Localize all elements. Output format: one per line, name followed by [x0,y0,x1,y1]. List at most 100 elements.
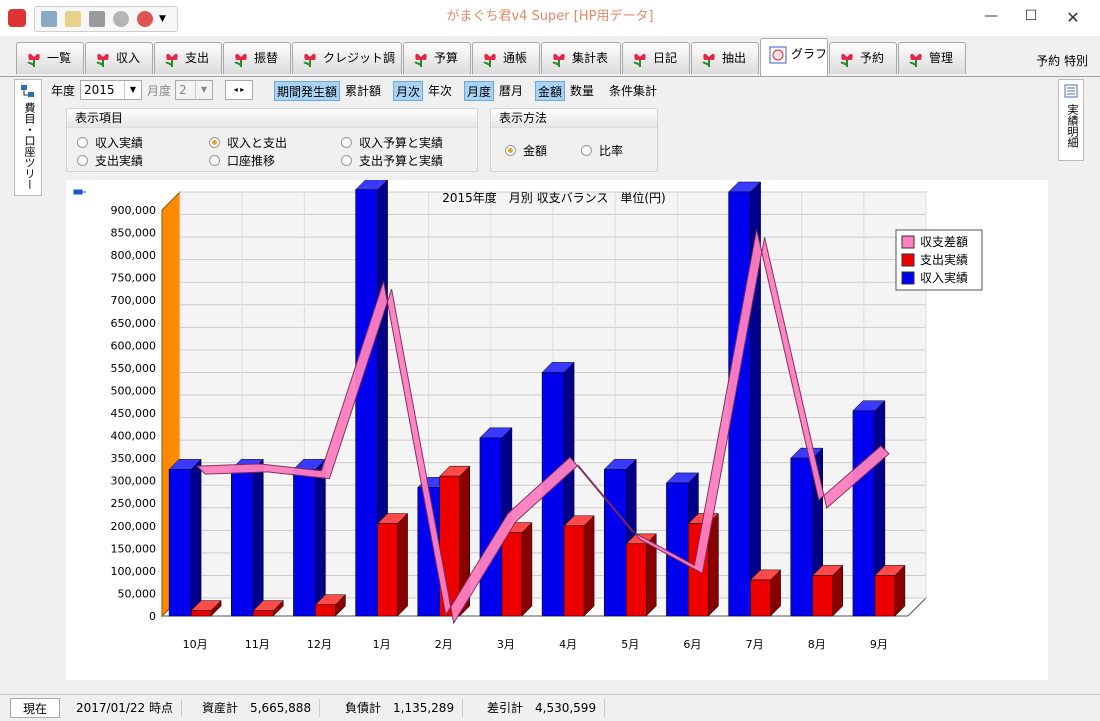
calendar-month-toggle[interactable]: 暦月 [497,81,525,101]
tab-1[interactable]: 一覧 [16,42,84,74]
radio-icon [77,137,88,148]
period-occurrence-toggle[interactable]: 期間発生額 [274,81,341,101]
y-tick-label: 800,000 [111,249,157,262]
income-bar [790,457,813,617]
tab-9[interactable]: 日記 [622,42,690,74]
radio-icon [505,145,516,156]
tab-11[interactable]: グラフ [760,38,828,76]
tab-label: 支出 [185,51,210,65]
detail-panel-toggle[interactable]: 実績明細 [1058,79,1084,161]
y-tick-label: 600,000 [111,339,157,352]
tab-6[interactable]: 予算 [403,42,471,74]
income-bar [355,189,378,617]
legend-label: 収支差額 [920,235,968,249]
status-net: 差引計 4,530,599 [487,699,606,717]
x-tick-label: 4月 [559,638,577,651]
y-tick-label: 550,000 [111,362,157,375]
tab-5[interactable]: クレジット調整 [292,42,402,95]
tulip-icon [481,50,499,68]
tab-label: 抽出 [722,51,747,65]
tabbar-right-label: 予約 特別 [1036,54,1088,68]
yearly-toggle[interactable]: 年次 [426,81,454,101]
display-items-group: 表示項目 収入実績 収入と支出 収入予算と実績 支出実績 口座推移 支出予算と実績 [66,108,478,172]
tab-label: 集計表 [572,51,609,65]
expense-bar [874,575,896,617]
month-select[interactable]: 2 ▼ [175,80,213,100]
y-tick-label: 0 [149,610,156,623]
account-tree-panel-toggle[interactable]: 費目・口座ツリー [14,79,42,196]
tab-10[interactable]: 抽出 [691,42,759,74]
tulip-icon [631,50,649,68]
y-tick-label: 900,000 [111,204,157,217]
conditional-aggregate-button[interactable]: 条件集計 [607,81,659,101]
expense-bar [501,532,523,617]
monthly-toggle[interactable]: 月次 [393,81,424,101]
y-tick-label: 250,000 [111,497,157,510]
income-bar [604,469,627,617]
close-button[interactable]: ✕ [1058,8,1088,27]
maximize-button[interactable]: ☐ [1016,8,1046,24]
now-button[interactable]: 現在 [10,698,60,718]
fiscal-month-toggle[interactable]: 月度 [464,81,495,101]
y-tick-label: 150,000 [111,542,157,555]
income-bar [666,482,689,617]
minimize-button[interactable]: — [976,8,1006,24]
income-bar [479,437,503,617]
y-tick-label: 50,000 [118,587,157,600]
year-select[interactable]: 2015 ▼ [80,80,142,100]
expense-bar-side [397,512,408,617]
year-value: 2015 [84,83,115,97]
radio-icon [341,155,352,166]
tab-4[interactable]: 振替 [223,42,291,74]
tulip-icon [907,50,925,68]
x-tick-label: 9月 [870,638,888,651]
display-method-group: 表示方法 金額 比率 [490,108,658,172]
x-tick-label: 7月 [746,638,764,651]
radio-icon [209,137,220,148]
expense-bar-side [521,521,533,617]
radio-label: 口座推移 [227,154,276,168]
tab-2[interactable]: 収入 [85,42,153,74]
chevron-down-icon: ▼ [124,81,141,99]
income-bar [293,469,316,617]
y-tick-label: 450,000 [111,407,157,420]
legend-label: 支出実績 [920,252,968,267]
expense-bar [626,543,647,617]
expense-bar [315,604,336,617]
tree-icon [21,85,34,97]
tab-3[interactable]: 支出 [154,42,222,74]
radio-label: 収入予算と実績 [359,136,444,150]
legend-label: 収入実績 [920,270,968,285]
chart-area: 0 50,000 100,000 150,000 200,000 250,000 300,0… [66,179,1048,680]
radio-label: 収入実績 [95,136,144,150]
income-bar-side [253,458,264,617]
cumulative-toggle[interactable]: 累計額 [343,81,383,101]
x-tick-label: 12月 [307,638,332,651]
window-title: がまぐち君v4 Super [HP用データ] [446,9,654,24]
legend-swatch [901,253,915,267]
radio-icon [581,145,592,156]
income-bar [168,469,192,617]
radio-icon [341,137,352,148]
radio-label: 支出予算と実績 [359,154,444,168]
tulip-icon [94,50,112,68]
income-bar [852,410,876,617]
expense-bar [812,575,833,617]
tab-label: 予約 [860,51,885,65]
amount-toggle[interactable]: 金額 [535,81,566,101]
quantity-toggle[interactable]: 数量 [568,81,596,101]
tab-12[interactable]: 予約 [829,42,897,74]
tab-8[interactable]: 集計表 [541,42,621,74]
y-tick-label: 850,000 [111,227,157,240]
tulip-icon [700,50,718,68]
tulip-icon [412,50,430,68]
tab-label: 管理 [929,51,954,65]
expense-bar-side [583,515,595,617]
y-tick-label: 100,000 [111,565,157,578]
prev-next-stepper[interactable]: ◂ ▸ [225,80,253,100]
tab-label: 通帳 [503,51,528,65]
radio-icon [77,155,88,166]
tab-7[interactable]: 通帳 [472,42,540,74]
tab-13[interactable]: 管理 [898,42,966,74]
graph-pane: 年度 2015 ▼ 月度 2 ▼ ◂ ▸ 期間発生額 累計額 月次 年次 月度 … [44,78,1054,687]
